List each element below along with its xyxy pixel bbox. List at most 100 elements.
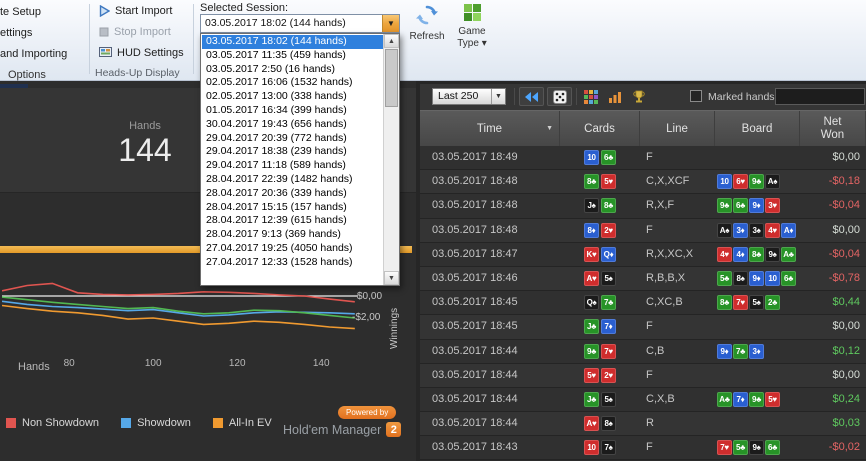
hole-cards: Q♠7♣: [560, 291, 640, 314]
winnings-chart: [2, 278, 360, 348]
card-chip: 9♦: [717, 344, 732, 359]
dropdown-scrollbar[interactable]: ▲ ▼: [383, 34, 399, 285]
separator: [576, 88, 577, 105]
column-header-board[interactable]: Board: [715, 111, 800, 147]
column-header-net-won[interactable]: Net Won: [800, 111, 866, 147]
card-chip: A♦: [781, 223, 796, 238]
hand-time: 03.05.2017 18:44: [432, 340, 518, 363]
card-chip: 9♣: [584, 344, 599, 359]
rewind-icon: [524, 91, 539, 103]
board-cards: 8♣7♥5♠2♣: [717, 291, 802, 314]
game-type-button[interactable]: Game Type ▾: [449, 4, 495, 50]
board-cards: 5♣8♠9♦106♣: [717, 267, 802, 290]
hand-row[interactable]: 03.05.2017 18:449♣7♥C,B9♦7♣3♦$0,12: [420, 340, 866, 364]
hand-row[interactable]: 03.05.2017 18:49106♣F$0,00: [420, 146, 866, 170]
session-option[interactable]: 02.05.2017 13:00 (338 hands): [202, 90, 383, 104]
hand-row[interactable]: 03.05.2017 18:45J♣7♦F$0,00: [420, 315, 866, 339]
card-chip: A♥: [584, 416, 599, 431]
session-option[interactable]: 01.05.2017 16:34 (399 hands): [202, 104, 383, 118]
card-chip: 9♠: [765, 247, 780, 262]
hand-time: 03.05.2017 18:45: [432, 315, 518, 338]
card-chip: 6♣: [601, 150, 616, 165]
chart-legend: Non ShowdownShowdownAll-In EV: [6, 417, 272, 429]
refresh-button[interactable]: Refresh: [404, 4, 450, 43]
dice-icon: [553, 90, 567, 104]
hand-line: F: [646, 315, 653, 338]
hud-settings-button[interactable]: HUD Settings: [99, 47, 184, 59]
column-header-line[interactable]: Line: [640, 111, 715, 147]
hand-line: R: [646, 412, 654, 435]
session-option[interactable]: 28.04.2017 20:36 (339 hands): [202, 187, 383, 201]
hand-row[interactable]: 03.05.2017 18:48J♠8♣R,X,F9♣6♣9♦3♥-$0,04: [420, 194, 866, 218]
hands-table-header: Time ▼ Cards Line Board Net Won: [420, 110, 866, 146]
hand-row[interactable]: 03.05.2017 18:46A♥5♠R,B,B,X5♣8♠9♦106♣-$0…: [420, 267, 866, 291]
scroll-up-icon[interactable]: ▲: [384, 34, 399, 48]
tourney-button[interactable]: [630, 89, 648, 105]
color-grid-button[interactable]: [582, 89, 600, 105]
session-option[interactable]: 27.04.2017 19:25 (4050 hands): [202, 242, 383, 256]
hand-row[interactable]: 03.05.2017 18:47K♥Q♦R,X,XC,X4♥4♦8♣9♠A♣-$…: [420, 243, 866, 267]
session-option[interactable]: 28.04.2017 12:39 (615 hands): [202, 214, 383, 228]
sort-desc-icon[interactable]: ▼: [546, 125, 553, 132]
session-option[interactable]: 29.04.2017 11:18 (589 hands): [202, 159, 383, 173]
heads-up-display-label: Heads-Up Display: [95, 67, 180, 79]
net-won: $0,00: [800, 219, 860, 242]
card-chip: A♠: [717, 223, 732, 238]
hand-time: 03.05.2017 18:43: [432, 436, 518, 459]
card-chip: K♥: [584, 247, 599, 262]
card-chip: A♣: [717, 392, 732, 407]
column-label: Net Won: [817, 116, 849, 142]
hand-line: C,XC,B: [646, 291, 683, 314]
session-option[interactable]: 03.05.2017 18:02 (144 hands): [202, 35, 383, 49]
session-option[interactable]: 29.04.2017 20:39 (772 hands): [202, 132, 383, 146]
scrollbar-thumb[interactable]: [385, 49, 398, 107]
hand-row[interactable]: 03.05.2017 18:44A♥8♠R$0,03: [420, 412, 866, 436]
session-option[interactable]: 30.04.2017 19:43 (656 hands): [202, 118, 383, 132]
session-combobox[interactable]: 03.05.2017 18:02 (144 hands) ▼: [200, 14, 400, 33]
game-type-icon: [464, 4, 481, 21]
net-won: $0,12: [800, 340, 860, 363]
hand-row[interactable]: 03.05.2017 18:488♦2♥FA♠3♦3♠4♥A♦$0,00: [420, 219, 866, 243]
marked-hands-input[interactable]: [775, 88, 865, 105]
session-option[interactable]: 29.04.2017 18:38 (239 hands): [202, 145, 383, 159]
replay-hand-button[interactable]: [519, 87, 544, 106]
column-label: Cards: [584, 123, 615, 135]
random-hand-button[interactable]: [547, 87, 572, 106]
session-option[interactable]: 03.05.2017 2:50 (16 hands): [202, 63, 383, 77]
column-header-cards[interactable]: Cards: [560, 111, 640, 147]
hand-row[interactable]: 03.05.2017 18:45Q♠7♣C,XC,B8♣7♥5♠2♣$0,44: [420, 291, 866, 315]
combobox-arrow-icon[interactable]: ▼: [491, 89, 505, 104]
ribbon: te Setupettingsand ImportingOptions Star…: [0, 0, 866, 81]
board-cards: 7♥5♣9♠6♣: [717, 436, 802, 459]
session-option[interactable]: 27.04.2017 12:33 (1528 hands): [202, 256, 383, 270]
trophy-icon: [632, 90, 646, 104]
card-chip: 10: [584, 440, 599, 455]
hand-row[interactable]: 03.05.2017 18:445♥2♥F$0,00: [420, 364, 866, 388]
combobox-arrow-icon[interactable]: ▼: [382, 15, 399, 32]
session-option[interactable]: 03.05.2017 11:35 (459 hands): [202, 49, 383, 63]
graph-button[interactable]: [606, 89, 624, 105]
marked-hands-checkbox[interactable]: [690, 90, 702, 102]
menu-item[interactable]: and Importing: [0, 44, 67, 65]
x-ticks: 80100120140: [0, 358, 400, 372]
session-option[interactable]: 28.04.2017 15:15 (157 hands): [202, 201, 383, 215]
card-chip: 7♥: [601, 344, 616, 359]
start-import-button[interactable]: Start Import: [99, 5, 172, 17]
chart-series-all-in-ev: [2, 306, 355, 329]
column-header-time[interactable]: Time ▼: [420, 111, 560, 147]
session-option[interactable]: 02.05.2017 16:06 (1532 hands): [202, 76, 383, 90]
hole-cards: J♠8♣: [560, 194, 640, 217]
scroll-down-icon[interactable]: ▼: [384, 271, 399, 285]
menu-item[interactable]: te Setup: [0, 2, 67, 23]
range-filter-combobox[interactable]: Last 250 ▼: [432, 88, 506, 105]
stop-import-button[interactable]: Stop Import: [99, 26, 171, 38]
card-chip: 9♦: [749, 198, 764, 213]
hole-cards: K♥Q♦: [560, 243, 640, 266]
session-option[interactable]: 28.04.2017 22:39 (1482 hands): [202, 173, 383, 187]
session-option[interactable]: 28.04.2017 9:13 (369 hands): [202, 228, 383, 242]
hand-row[interactable]: 03.05.2017 18:44J♣5♠C,X,BA♣7♦9♣5♥$0,24: [420, 388, 866, 412]
menu-item[interactable]: ettings: [0, 23, 67, 44]
hand-row[interactable]: 03.05.2017 18:488♣5♥C,X,XCF106♥9♣A♠-$0,1…: [420, 170, 866, 194]
card-chip: A♣: [781, 247, 796, 262]
hand-row[interactable]: 03.05.2017 18:43107♠F7♥5♣9♠6♣-$0,02: [420, 436, 866, 460]
